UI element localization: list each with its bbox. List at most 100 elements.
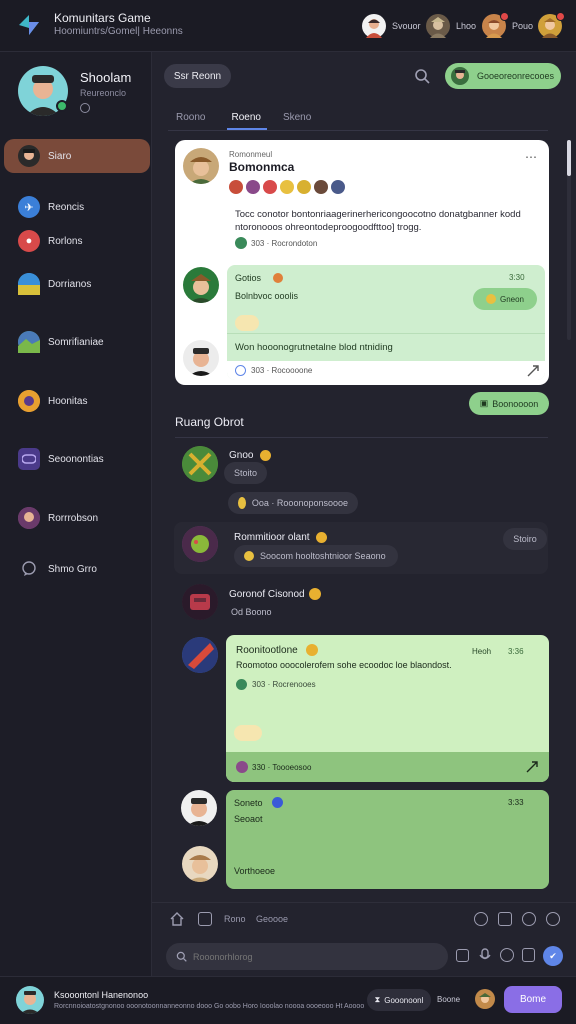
- footer-label: Boone: [437, 995, 461, 1004]
- emoji-icon: [272, 797, 283, 808]
- profile-status: Reureonclo: [80, 88, 127, 98]
- sidebar-item-hoonitas[interactable]: Hoonitas: [4, 384, 150, 418]
- reply-badge-button[interactable]: Gneon: [473, 288, 537, 310]
- search-icon[interactable]: [414, 68, 430, 84]
- gear-icon[interactable]: [80, 103, 90, 113]
- avatar-icon: [18, 390, 40, 412]
- sidebar-item-dorrianos[interactable]: Dorrianos: [4, 267, 150, 301]
- tab-roeno[interactable]: Roeno: [227, 108, 267, 130]
- emoji-icon[interactable]: [522, 912, 536, 926]
- settings-icon[interactable]: [500, 948, 514, 962]
- top-user-4[interactable]: [538, 12, 565, 38]
- landscape-icon: [18, 331, 40, 353]
- avatar-icon[interactable]: [182, 526, 218, 562]
- sidebar-item-home[interactable]: Siaro: [4, 139, 150, 173]
- footer-primary-button[interactable]: Bome: [504, 986, 562, 1013]
- user-profile-button[interactable]: Gooeoreonrecooes: [445, 63, 561, 89]
- grid-icon[interactable]: [198, 912, 212, 926]
- hourglass-icon: ⧗: [374, 995, 381, 1004]
- expand-icon[interactable]: [526, 761, 538, 773]
- sidebar-item-reoncis[interactable]: ✈ Reoncis: [4, 190, 150, 224]
- message-input[interactable]: [193, 951, 423, 962]
- avatar-icon: [297, 180, 311, 194]
- message-chip[interactable]: Soocom hooltoshtnioor Seaono: [234, 545, 398, 567]
- expand-icon[interactable]: [527, 365, 539, 377]
- file-icon[interactable]: [522, 948, 535, 962]
- post-meta: 303 · Rocrondoton: [251, 239, 318, 248]
- message-side-button[interactable]: Stoiro: [503, 528, 547, 550]
- channel-pill[interactable]: Ssr Reonn: [164, 64, 231, 88]
- app-subtitle: Hoomiuntrs/Gomel| Heeonns: [54, 26, 183, 37]
- message-sub: Od Boono: [231, 607, 272, 617]
- reply-name: Gotios: [235, 273, 262, 283]
- sidebar-item-label: Rorrrobson: [48, 512, 99, 524]
- smiley-icon: [244, 551, 254, 561]
- emoji-icon: [316, 532, 327, 543]
- top-user-1[interactable]: Svouor: [362, 14, 421, 38]
- sidebar-item-label: Shmo Grro: [48, 563, 97, 575]
- avatar-icon[interactable]: [182, 637, 218, 673]
- divider: [168, 130, 548, 131]
- sidebar-item-label: Somrifianiae: [48, 336, 104, 348]
- gif-icon[interactable]: [546, 912, 560, 926]
- emoji-icon: [306, 644, 318, 656]
- plane-icon: ✈: [18, 196, 40, 218]
- mic-icon[interactable]: [478, 948, 492, 962]
- reply-meta: 303 · Rocoooone: [251, 366, 313, 375]
- post-kicker: Romonmeul: [229, 150, 273, 159]
- message-sub: Stoito: [224, 462, 268, 484]
- message-author: Roonitootlone: [236, 645, 298, 656]
- post-card: Romonmeul Bomonmca ⋯ Tocc conotor bonton…: [175, 140, 549, 385]
- avatar-icon[interactable]: [182, 584, 218, 620]
- avatar-icon: [18, 145, 40, 167]
- scrollbar-thumb[interactable]: [567, 140, 571, 176]
- send-button[interactable]: ✔: [543, 946, 563, 966]
- message-sub: Seoaot: [234, 814, 263, 824]
- message-card: Soneto 3:33 Seoaot Vorthoeoe: [226, 790, 549, 889]
- sidebar-item-shmo-grro[interactable]: Shmo Grro: [4, 552, 150, 586]
- reply-badge-label: Gneon: [499, 294, 525, 304]
- avatar-icon[interactable]: [181, 790, 217, 826]
- divider: [227, 333, 545, 334]
- avatar-icon[interactable]: [475, 989, 495, 1009]
- avatar-icon[interactable]: [182, 846, 218, 882]
- emoji-icon: [260, 450, 271, 461]
- section-action-button[interactable]: ▣ Boonoooon: [469, 392, 549, 415]
- reaction-chip[interactable]: [235, 315, 259, 331]
- reply-time: 3:30: [509, 273, 525, 282]
- reply-card: Gotios 3:30 Bolnbvoc ooolis Gneon Won ho…: [227, 265, 545, 380]
- globe-icon: [18, 273, 40, 295]
- sidebar-item-rorrrobson[interactable]: Rorrrobson: [4, 501, 150, 535]
- more-options-icon[interactable]: ⋯: [525, 150, 537, 164]
- avatar-icon[interactable]: [182, 446, 218, 482]
- top-user-2[interactable]: Lhoo: [426, 14, 476, 38]
- reaction-chip[interactable]: [234, 725, 262, 741]
- top-user-3[interactable]: Pouo: [482, 12, 534, 38]
- section-action-label: Boonoooon: [492, 398, 539, 409]
- sidebar-item-rorlons[interactable]: ● Rorlons: [4, 224, 150, 258]
- smiley-icon: [238, 497, 246, 509]
- footer-pill-button[interactable]: ⧗ Gooonoonl: [367, 989, 431, 1011]
- toolbar-label[interactable]: Rono: [224, 914, 246, 924]
- avatar-icon: [426, 14, 450, 38]
- sidebar-item-somrifianiae[interactable]: Somrifianiae: [4, 325, 150, 359]
- home-icon[interactable]: [170, 912, 184, 926]
- avatar-icon[interactable]: [183, 148, 219, 184]
- avatar-icon[interactable]: [16, 986, 44, 1014]
- message-footer-text: Vorthoeoe: [234, 866, 276, 876]
- at-icon[interactable]: [474, 912, 488, 926]
- attach-icon[interactable]: [456, 949, 469, 962]
- footer-text: Rorcnnoioatostgnonoo ooonotoonnanneonno …: [54, 1003, 365, 1010]
- sidebar-item-seoonontias[interactable]: Seoonontias: [4, 442, 150, 476]
- top-user-name: Pouo: [512, 21, 534, 31]
- message-footer-text: 330 · Toooeosoo: [252, 763, 312, 772]
- image-icon[interactable]: [498, 912, 512, 926]
- message-chip[interactable]: Ooa · Rooonoponsoooe: [228, 492, 358, 514]
- section-title: Ruang Obrot: [175, 415, 244, 429]
- verified-icon: [236, 679, 247, 690]
- toolbar-label[interactable]: Geoooe: [256, 914, 288, 924]
- tab-skeno[interactable]: Skeno: [281, 108, 319, 130]
- avatar-icon[interactable]: [183, 267, 219, 303]
- tab-roono[interactable]: Roono: [174, 108, 213, 130]
- avatar-icon[interactable]: [183, 340, 219, 376]
